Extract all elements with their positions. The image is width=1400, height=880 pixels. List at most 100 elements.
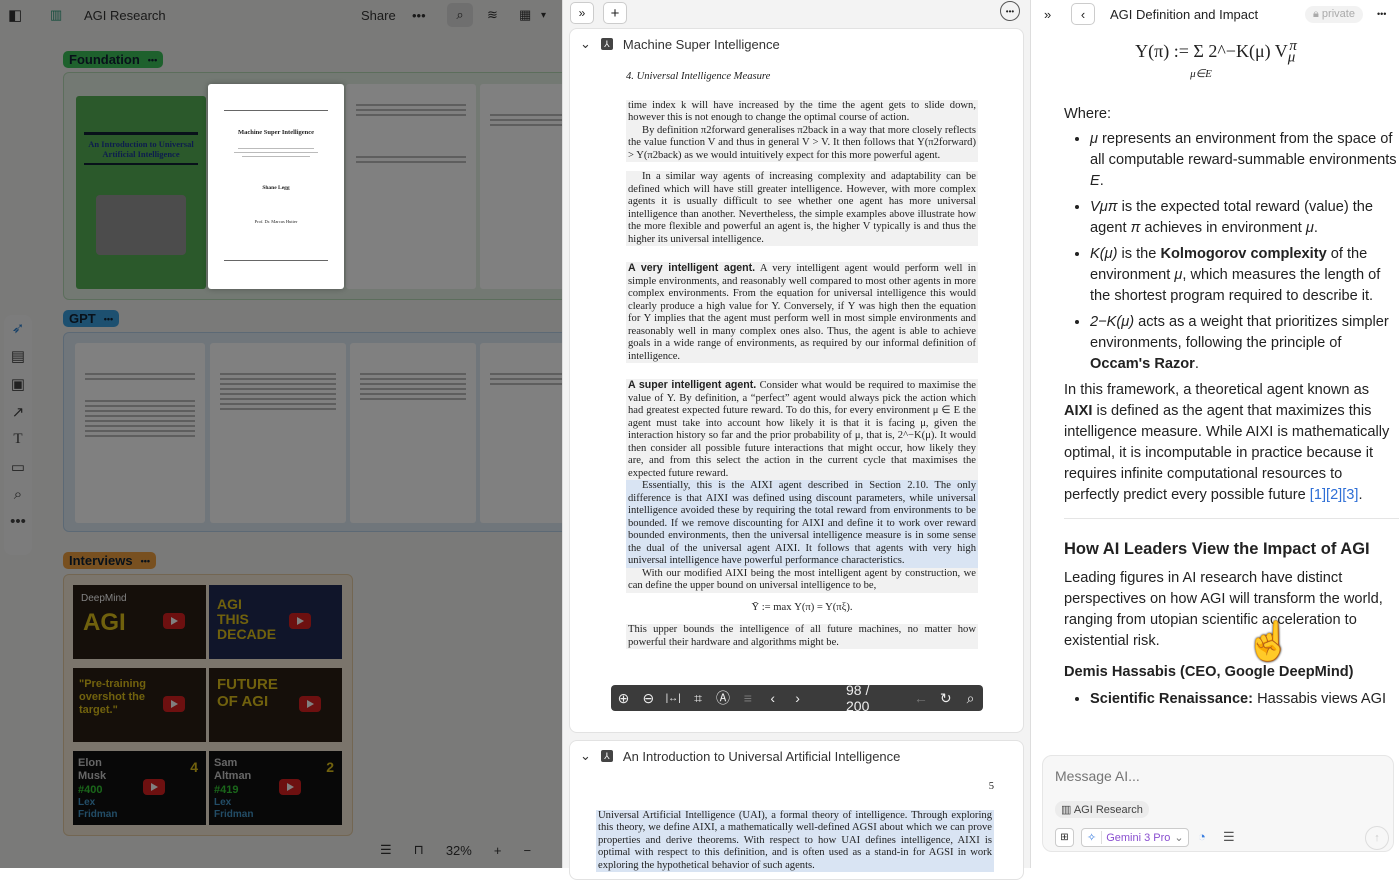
pdf-thumb-uai[interactable]: An Introduction to Universal Artificial … xyxy=(76,96,206,289)
pdf-title: Machine Super Intelligence xyxy=(622,36,780,52)
play-icon[interactable] xyxy=(143,779,165,795)
citation-link[interactable]: [1] xyxy=(1310,487,1326,503)
round-number: 4 xyxy=(190,759,198,775)
layers-icon[interactable]: ≋ xyxy=(487,7,498,23)
zoom-in-button[interactable]: + xyxy=(494,843,502,858)
chevron-down-icon[interactable]: ⌄ xyxy=(580,36,591,52)
history-icon[interactable]: ◔ xyxy=(1198,829,1206,844)
play-icon[interactable] xyxy=(299,696,321,712)
video-thumb[interactable]: FUTURE OF AGI xyxy=(209,668,342,742)
play-icon[interactable] xyxy=(289,613,311,629)
sidebar-toggle-icon[interactable]: ◧ xyxy=(8,6,22,24)
zoom-out-icon[interactable]: ⊖ xyxy=(636,690,661,707)
annotate-icon[interactable]: Ⓐ xyxy=(711,688,736,708)
group-label-foundation[interactable]: Foundation ••• xyxy=(63,51,164,68)
cover-title: Machine Super Intelligence xyxy=(237,129,315,136)
more-options-icon[interactable]: ••• xyxy=(1000,1,1020,21)
zoom-in-icon[interactable]: ⊕ xyxy=(611,690,636,707)
pdf-thumb[interactable] xyxy=(75,343,205,523)
canvas-panel[interactable]: ◧ ▥ AGI Research Share ••• ⌕ ≋ ▦ ▾ ➶ ▤ ▣… xyxy=(0,0,562,868)
group-label-gpt[interactable]: GPT ••• xyxy=(63,310,120,327)
cover-supervisor: Prof. Dr. Marcus Hutter xyxy=(254,219,298,224)
video-title: Elon Musk xyxy=(78,757,107,782)
pdf-card-header[interactable]: ⌄ ⅄ An Introduction to Universal Artificia… xyxy=(570,741,1023,771)
citation-link[interactable]: [2] xyxy=(1326,487,1342,503)
highlighted-paragraph[interactable]: Essentially, this is the AIXI agent desc… xyxy=(626,480,978,568)
pdf-thumb[interactable] xyxy=(480,343,562,523)
bold-text: Occam's Razor xyxy=(1090,356,1195,372)
model-selector[interactable]: ✧ Gemini 3 Pro ⌄ xyxy=(1081,828,1189,847)
settings-sliders-icon[interactable]: ☰ xyxy=(380,842,392,858)
add-tab-button[interactable]: + xyxy=(603,2,627,24)
chevron-down-icon[interactable]: ▾ xyxy=(541,10,546,21)
settings-sliders-icon[interactable]: ☰ xyxy=(1223,829,1235,845)
next-page-icon[interactable]: › xyxy=(785,690,810,706)
add-attachment-icon[interactable]: ⊞ xyxy=(1055,828,1074,847)
video-thumb[interactable]: DeepMind AGI xyxy=(73,585,206,659)
select-tool-icon[interactable]: ➶ xyxy=(12,319,25,337)
note-header: » ‹ AGI Definition and Impact 🔒︎ private… xyxy=(1031,0,1400,28)
group-label-interviews[interactable]: Interviews ••• xyxy=(63,552,157,569)
more-tools-icon[interactable]: ••• xyxy=(10,513,26,530)
more-button[interactable]: ••• xyxy=(412,8,426,23)
fit-view-icon[interactable]: ⊓ xyxy=(414,842,424,858)
frame-tool-icon[interactable]: ▭ xyxy=(11,458,25,476)
privacy-badge[interactable]: 🔒︎ private xyxy=(1305,5,1363,23)
pdf-thumb[interactable] xyxy=(350,343,476,523)
group-more-icon[interactable]: ••• xyxy=(104,314,113,324)
video-title: AGI THIS DECADE xyxy=(217,596,277,642)
send-button[interactable]: ↑ xyxy=(1365,826,1389,850)
crop-icon[interactable]: ⌗ xyxy=(686,690,711,707)
document-tool-icon[interactable]: ▤ xyxy=(11,347,25,365)
more-options-icon[interactable]: ••• xyxy=(1377,9,1386,19)
search-icon[interactable]: ⌕ xyxy=(958,690,983,707)
citation-link[interactable]: [3] xyxy=(1342,487,1358,503)
fit-width-icon[interactable]: |↔| xyxy=(661,693,686,704)
outline-icon[interactable]: ≡ xyxy=(735,690,760,706)
arrow-tool-icon[interactable]: ↗ xyxy=(12,403,25,421)
message-input[interactable] xyxy=(1055,768,1375,784)
collapse-panel-icon[interactable]: » xyxy=(1044,7,1051,22)
pdf-thumb-msi[interactable]: Machine Super Intelligence Shane Legg Pr… xyxy=(208,84,344,289)
back-arrow-icon[interactable]: ← xyxy=(908,690,933,706)
chevron-down-icon: ⌄ xyxy=(1174,832,1184,844)
canvas-header: ◧ ▥ AGI Research Share ••• ⌕ ≋ ▦ ▾ xyxy=(0,0,562,30)
text-tool-icon[interactable]: T xyxy=(13,431,22,448)
pdf-card-uai: ⌄ ⅄ An Introduction to Universal Artificia… xyxy=(569,740,1024,880)
folder-add-icon[interactable]: ▣ xyxy=(11,375,25,393)
group-more-icon[interactable]: ••• xyxy=(141,556,150,566)
rotate-icon[interactable]: ↻ xyxy=(933,690,958,707)
video-thumb[interactable]: Sam Altman #419 Lex Fridman 2 xyxy=(209,751,342,825)
search-tool-icon[interactable]: ⌕ xyxy=(14,486,22,503)
pdf-thumb[interactable] xyxy=(346,84,476,289)
context-chip[interactable]: ▥ AGI Research xyxy=(1055,801,1149,818)
pdf-card-header[interactable]: ⌄ ⅄ Machine Super Intelligence xyxy=(570,29,1023,59)
video-thumb[interactable]: Elon Musk #400 Lex Fridman 4 xyxy=(73,751,206,825)
play-icon[interactable] xyxy=(163,613,185,629)
play-icon[interactable] xyxy=(279,779,301,795)
calendar-icon[interactable]: ▦ xyxy=(519,7,531,23)
video-thumb[interactable]: AGI THIS DECADE xyxy=(209,585,342,659)
prev-page-icon[interactable]: ‹ xyxy=(760,690,785,706)
text: . xyxy=(1194,356,1199,372)
pdf-thumb[interactable] xyxy=(210,343,346,523)
video-thumb[interactable]: "Pre-training overshot the target." xyxy=(73,668,206,742)
collapse-panel-icon[interactable]: » xyxy=(570,2,594,24)
back-button[interactable]: ‹ xyxy=(1071,3,1095,25)
math: 2−K(μ) xyxy=(1090,314,1135,330)
definition-list: μ represents an environment from the spa… xyxy=(1064,129,1399,375)
pdf-thumb[interactable] xyxy=(480,84,562,289)
highlighted-paragraph[interactable]: Universal Artificial Intelligence (UAI),… xyxy=(596,809,994,872)
play-icon[interactable] xyxy=(163,696,185,712)
pdf-page: 4. Universal Intelligence Measure time i… xyxy=(626,71,978,658)
paragraph: Leading figures in AI research have dist… xyxy=(1064,570,1383,649)
paragraph-heading: A super intelligent agent. xyxy=(628,379,757,391)
equation: Ῡ := max Υ(π) = Υ(πξ). xyxy=(751,601,853,613)
group-more-icon[interactable]: ••• xyxy=(148,55,157,65)
model-icon: ✧ xyxy=(1082,831,1103,844)
zoom-out-button[interactable]: − xyxy=(523,843,531,858)
chat-view-icon[interactable]: ⌕ xyxy=(447,3,473,27)
page-indicator[interactable]: 98 / 200 xyxy=(846,682,894,714)
share-button[interactable]: Share xyxy=(361,8,396,23)
chevron-down-icon[interactable]: ⌄ xyxy=(580,748,591,764)
